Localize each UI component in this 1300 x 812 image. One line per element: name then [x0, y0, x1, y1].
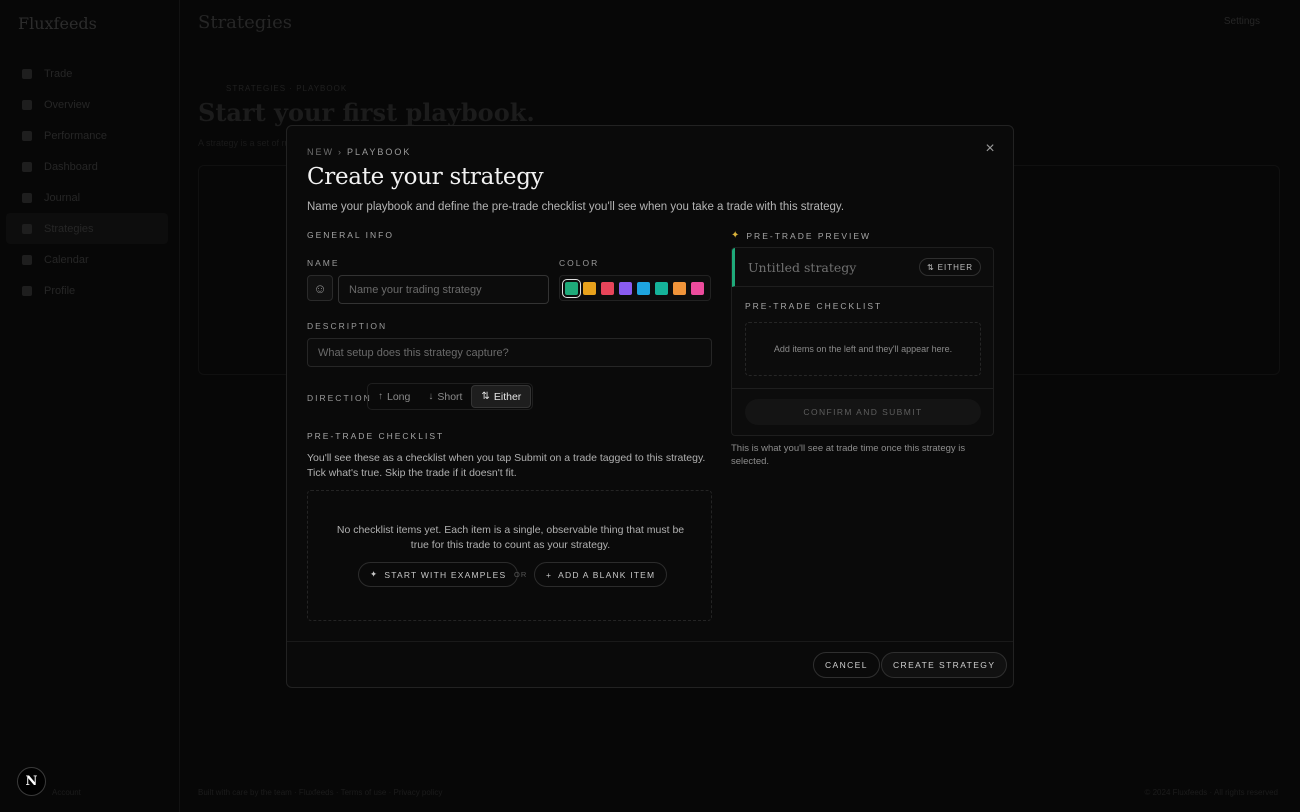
add-blank-item-label: ADD A BLANK ITEM — [558, 569, 656, 580]
account-link[interactable]: Account — [52, 788, 81, 797]
color-swatch-teal[interactable] — [655, 281, 668, 295]
direction-short-label: Short — [437, 390, 463, 403]
modal-footer-divider — [287, 641, 1013, 642]
direction-badge: ⇅ EITHER — [918, 258, 981, 276]
checklist-label: PRE-TRADE CHECKLIST — [307, 431, 445, 441]
preview-checklist-label: PRE-TRADE CHECKLIST — [745, 301, 883, 311]
color-swatch-red[interactable] — [601, 281, 614, 295]
strategy-name-input[interactable] — [338, 275, 549, 304]
sparkle-icon: ✦ — [370, 569, 379, 579]
sidebar-item-strategies[interactable]: Strategies — [6, 213, 168, 244]
general-info-label: GENERAL INFO — [307, 230, 394, 240]
settings-link[interactable]: Settings — [1224, 16, 1260, 27]
color-swatch-green[interactable] — [562, 278, 581, 298]
smiley-icon: ☺ — [313, 280, 327, 296]
checklist-empty-state: No checklist items yet. Each item is a s… — [307, 490, 712, 621]
direction-long-button[interactable]: ↑ Long — [369, 385, 419, 408]
pre-trade-preview-card: Untitled strategy ⇅ EITHER PRE-TRADE CHEC… — [731, 247, 994, 436]
direction-toggle: ↑ Long ↓ Short ⇅ Either — [367, 383, 534, 410]
color-swatch-sky[interactable] — [637, 281, 650, 295]
modal-title: Create your strategy — [307, 164, 544, 190]
direction-short-button[interactable]: ↓ Short — [419, 385, 471, 408]
sidebar-nav: Trade Overview Performance Dashboard Jou… — [6, 58, 168, 306]
calendar-icon — [22, 254, 32, 265]
swap-vertical-icon: ⇅ — [481, 391, 490, 402]
preview-label-text: PRE-TRADE PREVIEW — [746, 230, 872, 241]
preview-label: ✦ PRE-TRADE PREVIEW — [731, 230, 871, 241]
arrow-up-icon: ↑ — [378, 391, 383, 402]
sidebar-item-label: Strategies — [44, 222, 94, 235]
direction-either-button[interactable]: ⇅ Either — [471, 385, 532, 408]
direction-long-label: Long — [387, 390, 411, 403]
sparkle-icon: ✦ — [731, 230, 742, 241]
color-swatch-amber[interactable] — [583, 281, 596, 295]
sidebar-item-performance[interactable]: Performance — [18, 120, 168, 151]
performance-icon — [22, 130, 32, 141]
trade-icon — [22, 68, 32, 79]
sidebar-item-profile[interactable]: Profile — [18, 275, 168, 306]
footer-links: Built with care by the team · Fluxfeeds … — [198, 788, 443, 797]
checklist-empty-text: No checklist items yet. Each item is a s… — [336, 524, 685, 551]
create-strategy-modal: × NEW › PLAYBOOK Create your strategy Name… — [286, 125, 1014, 688]
color-swatch-violet[interactable] — [619, 281, 632, 295]
direction-either-label: Either — [493, 390, 522, 403]
headline: Start your first playbook. — [198, 98, 535, 127]
preview-strategy-name: Untitled strategy — [748, 259, 857, 275]
sidebar-item-label: Overview — [44, 98, 90, 111]
sidebar-item-label: Profile — [44, 284, 76, 297]
sidebar-item-journal[interactable]: Journal — [18, 182, 168, 213]
eyebrow-type: PLAYBOOK — [347, 147, 412, 157]
footer-copyright: © 2024 Fluxfeeds · All rights reserved — [1144, 788, 1278, 797]
next-dev-badge[interactable]: N — [17, 767, 46, 796]
page-title: Strategies — [198, 12, 292, 33]
sidebar-item-label: Calendar — [44, 253, 89, 266]
sidebar-item-label: Trade — [44, 67, 73, 80]
direction-badge-label: EITHER — [937, 262, 973, 272]
description-label: DESCRIPTION — [307, 321, 388, 331]
dashboard-icon — [22, 161, 32, 172]
sidebar-item-dashboard[interactable]: Dashboard — [18, 151, 168, 182]
add-blank-item-button[interactable]: + ADD A BLANK ITEM — [534, 562, 668, 587]
sidebar: Fluxfeeds Trade Overview Performance Das… — [0, 0, 180, 812]
sidebar-item-label: Performance — [44, 129, 107, 142]
eyebrow-separator: › — [338, 147, 343, 157]
breadcrumb: STRATEGIES · PLAYBOOK — [226, 84, 348, 93]
emoji-picker-button[interactable]: ☺ — [307, 275, 333, 301]
color-swatch-pink[interactable] — [691, 281, 704, 295]
create-strategy-button[interactable]: CREATE STRATEGY — [881, 652, 1008, 678]
arrow-down-icon: ↓ — [428, 391, 434, 402]
strategies-icon — [22, 223, 32, 234]
sidebar-item-calendar[interactable]: Calendar — [18, 244, 168, 275]
color-swatch-orange[interactable] — [673, 281, 686, 295]
cancel-button[interactable]: CANCEL — [813, 652, 880, 678]
start-with-examples-label: START WITH EXAMPLES — [384, 569, 507, 580]
overview-icon — [22, 99, 32, 110]
profile-icon — [22, 285, 32, 296]
start-with-examples-button[interactable]: ✦ START WITH EXAMPLES — [358, 562, 519, 587]
divider — [732, 388, 993, 389]
preview-note: This is what you'll see at trade time on… — [731, 443, 966, 467]
sidebar-item-label: Dashboard — [44, 160, 98, 173]
name-label: NAME — [307, 258, 340, 268]
modal-eyebrow: NEW › PLAYBOOK — [307, 147, 411, 157]
modal-description: Name your playbook and define the pre-tr… — [307, 201, 845, 213]
description-input[interactable] — [307, 338, 712, 367]
confirm-and-submit-button: CONFIRM AND SUBMIT — [745, 399, 981, 425]
preview-header: Untitled strategy ⇅ EITHER — [732, 248, 993, 287]
color-label: COLOR — [559, 258, 600, 268]
color-swatch-group — [559, 275, 711, 301]
swap-vertical-icon: ⇅ — [926, 262, 935, 272]
sidebar-item-overview[interactable]: Overview — [18, 89, 168, 120]
checklist-help-text: You'll see these as a checklist when you… — [307, 452, 706, 479]
eyebrow-new: NEW — [307, 147, 334, 157]
app-logo: Fluxfeeds — [18, 14, 97, 33]
journal-icon — [22, 192, 32, 203]
sidebar-item-trade[interactable]: Trade — [18, 58, 168, 89]
close-icon[interactable]: × — [981, 140, 999, 158]
sidebar-item-label: Journal — [44, 191, 81, 204]
direction-label: DIRECTION — [307, 393, 372, 403]
plus-icon: + — [546, 569, 553, 580]
preview-empty-state: Add items on the left and they'll appear… — [745, 322, 981, 376]
or-separator: OR — [514, 570, 528, 579]
